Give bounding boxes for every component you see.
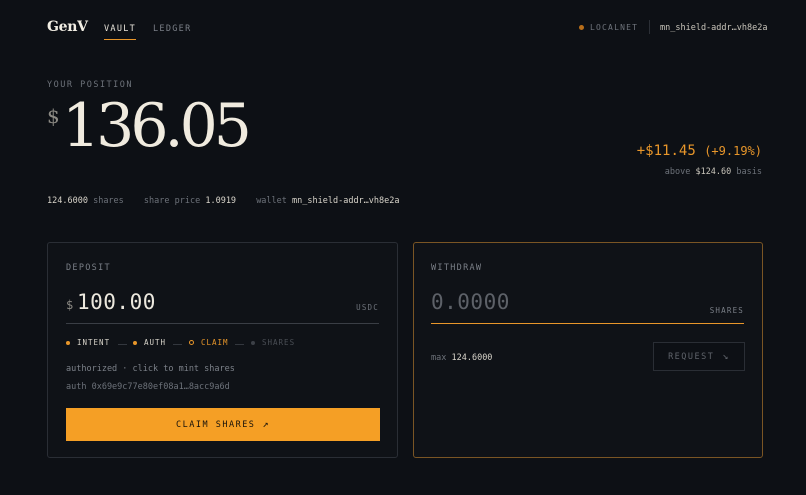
shares-label: shares xyxy=(93,196,124,206)
basis-suffix: basis xyxy=(736,167,762,177)
request-label: REQUEST xyxy=(668,351,715,362)
deposit-card: DEPOSIT $ 100.00 USDC INTENT AUTH CLAIM … xyxy=(47,242,398,458)
claim-shares-button[interactable]: CLAIM SHARES ↗ xyxy=(66,408,380,441)
step-pending-dot-icon xyxy=(251,340,255,345)
step-connector xyxy=(235,344,244,345)
tab-vault[interactable]: VAULT xyxy=(104,24,136,34)
withdraw-input-underline xyxy=(431,323,744,324)
withdraw-card: WITHDRAW 0.0000 SHARES max 124.6000 REQU… xyxy=(413,242,763,458)
deposit-input-underline xyxy=(66,323,379,324)
max-value: 124.6000 xyxy=(451,353,493,363)
request-withdraw-button[interactable]: REQUEST ↘ xyxy=(653,342,745,371)
header-divider xyxy=(649,20,650,34)
basis-value: $124.60 xyxy=(695,167,732,177)
step-done-dot-icon xyxy=(133,340,137,345)
step-connector xyxy=(173,344,182,345)
active-tab-indicator xyxy=(104,39,136,40)
pnl-value: +$11.45 xyxy=(636,143,696,159)
withdraw-title: WITHDRAW xyxy=(431,263,483,273)
deposit-status-message: authorized · click to mint shares xyxy=(66,364,235,374)
shares-value: 124.6000 xyxy=(47,196,88,206)
position-label: YOUR POSITION xyxy=(47,80,134,90)
step-label: AUTH xyxy=(144,338,167,347)
deposit-amount-input[interactable]: 100.00 xyxy=(77,290,156,314)
step-label: SHARES xyxy=(262,338,296,347)
max-label: max xyxy=(431,353,447,363)
step-current-ring-icon xyxy=(189,340,194,346)
deposit-currency-symbol: $ xyxy=(66,298,74,312)
withdraw-unit: SHARES xyxy=(709,306,744,315)
deposit-progress-steps: INTENT AUTH CLAIM SHARES xyxy=(66,339,366,351)
pnl-display: +$11.45 (+9.19%) xyxy=(637,143,762,159)
cost-basis: above $124.60 basis xyxy=(665,167,762,177)
network-label: LOCALNET xyxy=(590,23,639,32)
step-claim: CLAIM xyxy=(189,339,229,347)
pnl-percent: (+9.19%) xyxy=(704,144,762,158)
auth-hash: auth 0x69e9c77e80ef08a1…8acc9a6d xyxy=(66,382,230,392)
share-price-label: share price xyxy=(143,196,201,206)
step-auth: AUTH xyxy=(133,339,166,347)
share-price-value: 1.0919 xyxy=(205,196,237,206)
step-shares: SHARES xyxy=(251,339,295,347)
position-stats: 124.6000 shares share price 1.0919 walle… xyxy=(47,196,400,206)
arrow-down-right-icon: ↘ xyxy=(722,351,730,362)
step-intent: INTENT xyxy=(66,339,110,347)
arrow-up-right-icon: ↗ xyxy=(262,419,270,430)
basis-prefix: above xyxy=(664,167,691,177)
step-done-dot-icon xyxy=(66,340,70,345)
step-label: INTENT xyxy=(77,338,111,347)
wallet-label: wallet xyxy=(256,196,287,206)
wallet-address-button[interactable]: mn_shield-addr…vh8e2a xyxy=(660,23,767,33)
position-currency-symbol: $ xyxy=(47,104,60,128)
withdraw-amount-input[interactable]: 0.0000 xyxy=(431,290,510,314)
tab-ledger[interactable]: LEDGER xyxy=(153,24,192,34)
app-logo[interactable]: GenV xyxy=(47,19,88,35)
deposit-title: DEPOSIT xyxy=(66,263,111,273)
network-status-dot-icon xyxy=(579,25,584,30)
deposit-unit: USDC xyxy=(356,303,379,312)
claim-shares-label: CLAIM SHARES xyxy=(176,419,256,430)
withdraw-max[interactable]: max 124.6000 xyxy=(431,353,492,363)
position-value: 136.05 xyxy=(62,91,252,161)
top-nav: GenV VAULT LEDGER LOCALNET mn_shield-add… xyxy=(0,0,806,56)
step-connector xyxy=(118,344,127,345)
wallet-value: mn_shield-addr…vh8e2a xyxy=(292,196,400,206)
step-label: CLAIM xyxy=(201,338,229,347)
